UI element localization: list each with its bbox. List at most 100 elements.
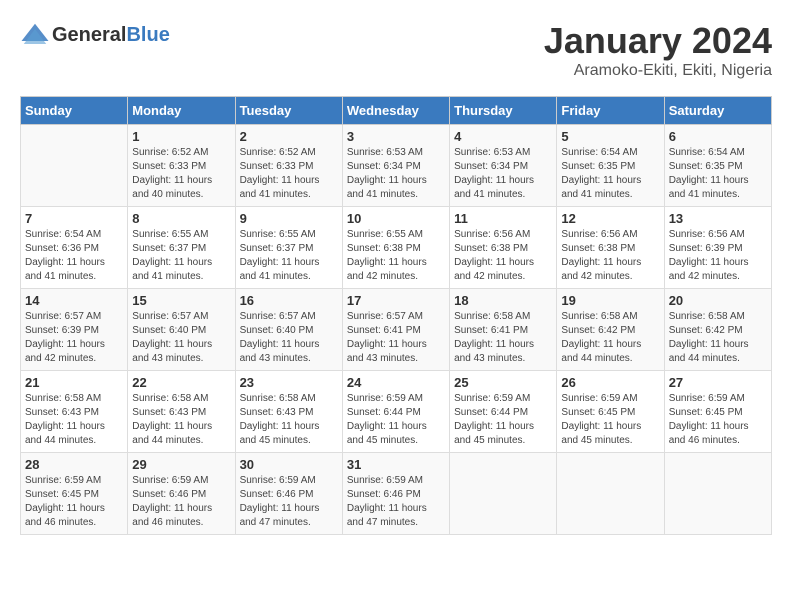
day-info: Sunrise: 6:58 AMSunset: 6:43 PMDaylight:… (240, 392, 338, 448)
day-info: Sunrise: 6:58 AMSunset: 6:42 PMDaylight:… (669, 310, 767, 366)
day-info: Sunrise: 6:59 AMSunset: 6:45 PMDaylight:… (561, 392, 659, 448)
day-number: 2 (240, 129, 338, 144)
calendar-week-2: 7 Sunrise: 6:54 AMSunset: 6:36 PMDaylight… (21, 207, 772, 289)
day-info: Sunrise: 6:55 AMSunset: 6:37 PMDaylight:… (132, 228, 230, 284)
calendar-cell (450, 453, 557, 535)
day-number: 7 (25, 211, 123, 226)
day-info: Sunrise: 6:53 AMSunset: 6:34 PMDaylight:… (454, 146, 552, 202)
day-info: Sunrise: 6:54 AMSunset: 6:35 PMDaylight:… (669, 146, 767, 202)
day-info: Sunrise: 6:58 AMSunset: 6:42 PMDaylight:… (561, 310, 659, 366)
day-info: Sunrise: 6:59 AMSunset: 6:45 PMDaylight:… (25, 474, 123, 530)
day-info: Sunrise: 6:58 AMSunset: 6:41 PMDaylight:… (454, 310, 552, 366)
day-number: 15 (132, 293, 230, 308)
day-number: 16 (240, 293, 338, 308)
day-number: 27 (669, 375, 767, 390)
day-number: 1 (132, 129, 230, 144)
calendar-cell: 1 Sunrise: 6:52 AMSunset: 6:33 PMDaylight… (128, 125, 235, 207)
day-number: 5 (561, 129, 659, 144)
day-number: 13 (669, 211, 767, 226)
day-info: Sunrise: 6:57 AMSunset: 6:39 PMDaylight:… (25, 310, 123, 366)
day-info: Sunrise: 6:59 AMSunset: 6:44 PMDaylight:… (454, 392, 552, 448)
calendar-cell: 19 Sunrise: 6:58 AMSunset: 6:42 PMDayligh… (557, 289, 664, 371)
calendar-cell: 3Sunrise: 6:53 AMSunset: 6:34 PMDaylight… (342, 125, 449, 207)
calendar-cell: 13Sunrise: 6:56 AMSunset: 6:39 PMDayligh… (664, 207, 771, 289)
calendar-cell (664, 453, 771, 535)
calendar-table: SundayMondayTuesdayWednesdayThursdayFrid… (20, 96, 772, 535)
logo-icon (20, 20, 50, 50)
day-info: Sunrise: 6:59 AMSunset: 6:46 PMDaylight:… (132, 474, 230, 530)
day-number: 30 (240, 457, 338, 472)
calendar-cell: 24 Sunrise: 6:59 AMSunset: 6:44 PMDayligh… (342, 371, 449, 453)
day-number: 20 (669, 293, 767, 308)
col-header-sunday: Sunday (21, 97, 128, 125)
calendar-cell: 11 Sunrise: 6:56 AMSunset: 6:38 PMDayligh… (450, 207, 557, 289)
day-info: Sunrise: 6:56 AMSunset: 6:38 PMDaylight:… (561, 228, 659, 284)
calendar-cell: 12 Sunrise: 6:56 AMSunset: 6:38 PMDayligh… (557, 207, 664, 289)
day-number: 19 (561, 293, 659, 308)
day-info: Sunrise: 6:58 AMSunset: 6:43 PMDaylight:… (25, 392, 123, 448)
calendar-week-3: 14 Sunrise: 6:57 AMSunset: 6:39 PMDayligh… (21, 289, 772, 371)
calendar-cell: 14 Sunrise: 6:57 AMSunset: 6:39 PMDayligh… (21, 289, 128, 371)
calendar-cell (557, 453, 664, 535)
calendar-week-1: 1 Sunrise: 6:52 AMSunset: 6:33 PMDaylight… (21, 125, 772, 207)
calendar-cell: 6Sunrise: 6:54 AMSunset: 6:35 PMDaylight… (664, 125, 771, 207)
day-info: Sunrise: 6:54 AMSunset: 6:36 PMDaylight:… (25, 228, 123, 284)
day-info: Sunrise: 6:55 AMSunset: 6:37 PMDaylight:… (240, 228, 338, 284)
calendar-cell: 17 Sunrise: 6:57 AMSunset: 6:41 PMDayligh… (342, 289, 449, 371)
day-number: 11 (454, 211, 552, 226)
day-number: 10 (347, 211, 445, 226)
day-number: 12 (561, 211, 659, 226)
calendar-cell: 20 Sunrise: 6:58 AMSunset: 6:42 PMDayligh… (664, 289, 771, 371)
col-header-tuesday: Tuesday (235, 97, 342, 125)
calendar-week-5: 28Sunrise: 6:59 AMSunset: 6:45 PMDayligh… (21, 453, 772, 535)
calendar-cell: 15 Sunrise: 6:57 AMSunset: 6:40 PMDayligh… (128, 289, 235, 371)
col-header-thursday: Thursday (450, 97, 557, 125)
day-number: 26 (561, 375, 659, 390)
calendar-cell: 7 Sunrise: 6:54 AMSunset: 6:36 PMDaylight… (21, 207, 128, 289)
day-info: Sunrise: 6:58 AMSunset: 6:43 PMDaylight:… (132, 392, 230, 448)
day-info: Sunrise: 6:52 AMSunset: 6:33 PMDaylight:… (132, 146, 230, 202)
day-info: Sunrise: 6:59 AMSunset: 6:46 PMDaylight:… (347, 474, 445, 530)
day-number: 14 (25, 293, 123, 308)
calendar-header-row: SundayMondayTuesdayWednesdayThursdayFrid… (21, 97, 772, 125)
calendar-cell: 8 Sunrise: 6:55 AMSunset: 6:37 PMDaylight… (128, 207, 235, 289)
day-info: Sunrise: 6:53 AMSunset: 6:34 PMDaylight:… (347, 146, 445, 202)
day-info: Sunrise: 6:56 AMSunset: 6:38 PMDaylight:… (454, 228, 552, 284)
day-info: Sunrise: 6:57 AMSunset: 6:41 PMDaylight:… (347, 310, 445, 366)
day-number: 25 (454, 375, 552, 390)
calendar-cell: 2Sunrise: 6:52 AMSunset: 6:33 PMDaylight… (235, 125, 342, 207)
col-header-monday: Monday (128, 97, 235, 125)
calendar-cell: 10 Sunrise: 6:55 AMSunset: 6:38 PMDayligh… (342, 207, 449, 289)
calendar-cell: 29 Sunrise: 6:59 AMSunset: 6:46 PMDayligh… (128, 453, 235, 535)
day-info: Sunrise: 6:57 AMSunset: 6:40 PMDaylight:… (132, 310, 230, 366)
calendar-cell: 22 Sunrise: 6:58 AMSunset: 6:43 PMDayligh… (128, 371, 235, 453)
page-header: GeneralBlue January 2024 Aramoko-Ekiti, … (20, 20, 772, 80)
day-number: 24 (347, 375, 445, 390)
day-info: Sunrise: 6:59 AMSunset: 6:45 PMDaylight:… (669, 392, 767, 448)
day-number: 31 (347, 457, 445, 472)
day-number: 18 (454, 293, 552, 308)
day-info: Sunrise: 6:57 AMSunset: 6:40 PMDaylight:… (240, 310, 338, 366)
day-number: 17 (347, 293, 445, 308)
day-info: Sunrise: 6:59 AMSunset: 6:46 PMDaylight:… (240, 474, 338, 530)
day-number: 21 (25, 375, 123, 390)
calendar-cell: 5 Sunrise: 6:54 AMSunset: 6:35 PMDaylight… (557, 125, 664, 207)
calendar-cell: 31 Sunrise: 6:59 AMSunset: 6:46 PMDayligh… (342, 453, 449, 535)
calendar-cell: 4Sunrise: 6:53 AMSunset: 6:34 PMDaylight… (450, 125, 557, 207)
location: Aramoko-Ekiti, Ekiti, Nigeria (544, 62, 772, 80)
day-info: Sunrise: 6:54 AMSunset: 6:35 PMDaylight:… (561, 146, 659, 202)
day-info: Sunrise: 6:59 AMSunset: 6:44 PMDaylight:… (347, 392, 445, 448)
day-number: 8 (132, 211, 230, 226)
day-number: 23 (240, 375, 338, 390)
logo: GeneralBlue (20, 20, 170, 50)
calendar-cell: 9 Sunrise: 6:55 AMSunset: 6:37 PMDaylight… (235, 207, 342, 289)
day-number: 22 (132, 375, 230, 390)
day-number: 29 (132, 457, 230, 472)
day-number: 9 (240, 211, 338, 226)
calendar-cell: 23 Sunrise: 6:58 AMSunset: 6:43 PMDayligh… (235, 371, 342, 453)
calendar-cell (21, 125, 128, 207)
day-info: Sunrise: 6:55 AMSunset: 6:38 PMDaylight:… (347, 228, 445, 284)
col-header-wednesday: Wednesday (342, 97, 449, 125)
calendar-cell: 21 Sunrise: 6:58 AMSunset: 6:43 PMDayligh… (21, 371, 128, 453)
calendar-cell: 25 Sunrise: 6:59 AMSunset: 6:44 PMDayligh… (450, 371, 557, 453)
